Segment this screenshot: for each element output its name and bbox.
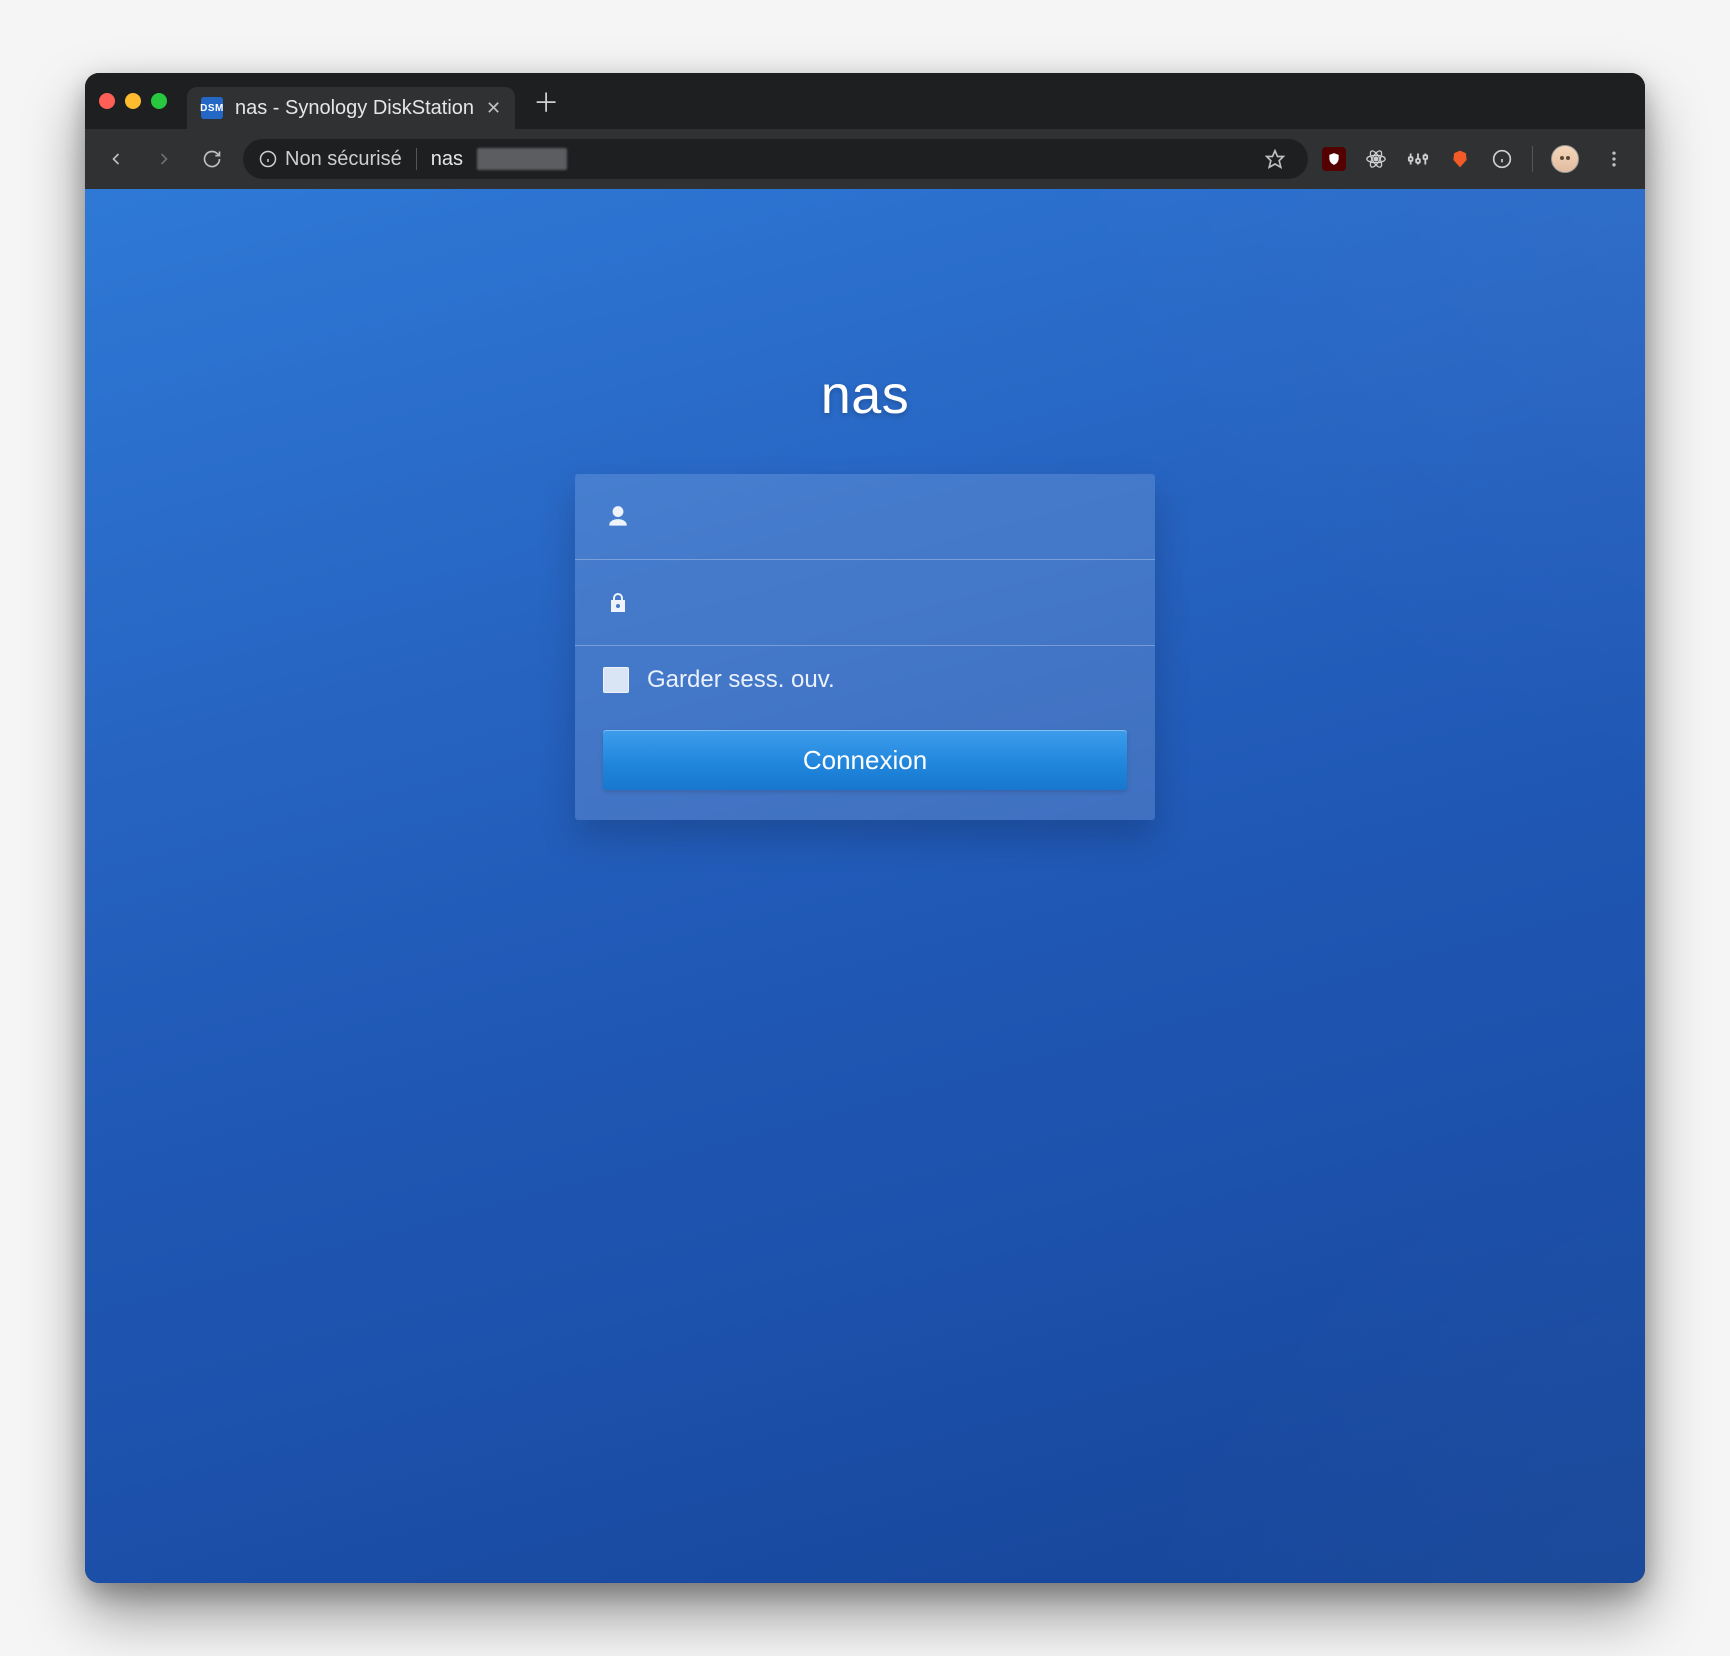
window-controls bbox=[99, 93, 167, 109]
info-extension-icon[interactable] bbox=[1490, 147, 1514, 171]
tab-close-button[interactable]: ✕ bbox=[486, 98, 501, 119]
info-icon bbox=[259, 150, 277, 168]
extension-icon[interactable] bbox=[1406, 147, 1430, 171]
security-label: Non sécurisé bbox=[285, 148, 402, 171]
browser-window: DSM nas - Synology DiskStation ✕ ＋ Non s… bbox=[85, 73, 1645, 1583]
maximize-window-button[interactable] bbox=[151, 93, 167, 109]
remember-row: Garder sess. ouv. bbox=[575, 646, 1155, 714]
login-area: nas Garder sess. ouv. bbox=[575, 189, 1155, 820]
login-actions: Connexion bbox=[575, 714, 1155, 820]
url-host: nas bbox=[431, 148, 463, 171]
password-input[interactable] bbox=[655, 590, 1127, 616]
forward-button[interactable] bbox=[147, 142, 181, 176]
lock-icon bbox=[603, 591, 633, 615]
brave-extension-icon[interactable] bbox=[1448, 147, 1472, 171]
new-tab-button[interactable]: ＋ bbox=[515, 83, 577, 120]
remember-checkbox[interactable] bbox=[603, 667, 629, 693]
username-input[interactable] bbox=[655, 504, 1127, 530]
password-field[interactable] bbox=[575, 560, 1155, 646]
react-devtools-extension-icon[interactable] bbox=[1364, 147, 1388, 171]
tab-favicon: DSM bbox=[201, 97, 223, 119]
ublock-extension-icon[interactable] bbox=[1322, 147, 1346, 171]
tab-title: nas - Synology DiskStation bbox=[235, 97, 474, 120]
profile-avatar-button[interactable] bbox=[1551, 145, 1579, 173]
login-button[interactable]: Connexion bbox=[603, 730, 1127, 790]
minimize-window-button[interactable] bbox=[125, 93, 141, 109]
browser-tab[interactable]: DSM nas - Synology DiskStation ✕ bbox=[187, 87, 515, 129]
separator bbox=[1532, 146, 1533, 172]
user-icon bbox=[603, 504, 633, 530]
address-bar[interactable]: Non sécurisé nas bbox=[243, 139, 1308, 179]
reload-button[interactable] bbox=[195, 142, 229, 176]
close-window-button[interactable] bbox=[99, 93, 115, 109]
toolbar: Non sécurisé nas bbox=[85, 129, 1645, 189]
kebab-menu-button[interactable] bbox=[1597, 142, 1631, 176]
login-hostname: nas bbox=[575, 364, 1155, 426]
bookmark-star-button[interactable] bbox=[1258, 142, 1292, 176]
divider bbox=[416, 148, 417, 170]
back-button[interactable] bbox=[99, 142, 133, 176]
extension-icons bbox=[1322, 142, 1631, 176]
page-viewport: nas Garder sess. ouv. bbox=[85, 189, 1645, 1583]
titlebar: DSM nas - Synology DiskStation ✕ ＋ bbox=[85, 73, 1645, 129]
url-blurred bbox=[477, 148, 567, 170]
username-field[interactable] bbox=[575, 474, 1155, 560]
login-card: Garder sess. ouv. Connexion bbox=[575, 474, 1155, 820]
remember-label: Garder sess. ouv. bbox=[647, 666, 835, 694]
security-status[interactable]: Non sécurisé bbox=[259, 148, 402, 171]
